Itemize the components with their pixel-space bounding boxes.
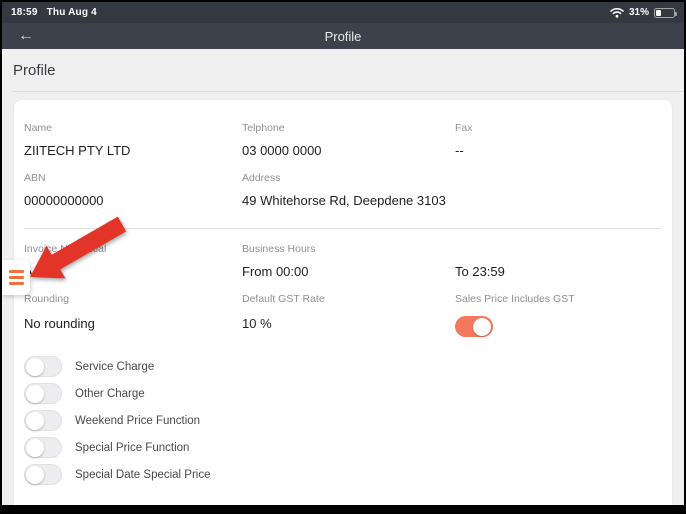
field-label: Address (242, 172, 455, 184)
field-value: -- (455, 143, 672, 158)
field-value: A (24, 264, 242, 279)
field-label: ABN (24, 172, 242, 184)
toggle-label: Special Price Function (75, 442, 189, 454)
nav-bar: ← Profile (2, 23, 684, 49)
special-date-price-row: Special Date Special Price (24, 461, 672, 488)
heading-divider (12, 91, 684, 92)
page-content: Profile Name ZIITECH PTY LTD Telphone 03… (2, 49, 684, 505)
feature-toggle-list: Service Charge Other Charge Weekend Pric… (24, 353, 672, 488)
status-time: 18:59 (11, 7, 38, 18)
special-price-toggle[interactable] (24, 437, 62, 458)
toggle-knob (26, 439, 44, 457)
field-value: 49 Whitehorse Rd, Deepdene 3103 (242, 193, 455, 208)
field-value: No rounding (24, 316, 242, 331)
rounding-field[interactable]: Rounding No rounding (24, 293, 242, 337)
toggle-label: Other Charge (75, 388, 145, 400)
field-value: 10 % (242, 316, 455, 331)
toggle-knob (26, 466, 44, 484)
other-charge-row: Other Charge (24, 380, 672, 407)
field-label: Sales Price Includes GST (455, 293, 672, 305)
app-screen: 18:59 Thu Aug 4 31% ← Profile Profile (2, 2, 684, 505)
field-label: Invoice NO. Initial (24, 243, 242, 255)
toggle-label: Special Date Special Price (75, 469, 211, 481)
business-hours-from-field[interactable]: Business Hours From 00:00 (242, 243, 455, 279)
battery-fill (656, 10, 661, 16)
fax-field[interactable]: Fax -- (455, 122, 672, 158)
field-label: Fax (455, 122, 672, 134)
card-row-4: Rounding No rounding Default GST Rate 10… (24, 279, 672, 337)
field-label: Name (24, 122, 242, 134)
toggle-knob (26, 412, 44, 430)
service-charge-row: Service Charge (24, 353, 672, 380)
name-field[interactable]: Name ZIITECH PTY LTD (24, 122, 242, 158)
profile-card: Name ZIITECH PTY LTD Telphone 03 0000 00… (14, 100, 672, 505)
invoice-initial-field[interactable]: Invoice NO. Initial A (24, 243, 242, 279)
screenshot-frame: 18:59 Thu Aug 4 31% ← Profile Profile (0, 0, 686, 514)
sales-price-includes-gst-toggle[interactable] (455, 316, 493, 337)
hamburger-icon (9, 270, 24, 285)
field-value: From 00:00 (242, 264, 455, 279)
abn-field[interactable]: ABN 00000000000 (24, 172, 242, 208)
toggle-label: Weekend Price Function (75, 415, 200, 427)
toggle-knob (473, 318, 491, 336)
field-label: Business Hours (242, 243, 455, 255)
wifi-icon (610, 7, 624, 18)
field-value: 03 0000 0000 (242, 143, 455, 158)
weekend-price-toggle[interactable] (24, 410, 62, 431)
battery-icon (654, 8, 675, 18)
telephone-field[interactable]: Telphone 03 0000 0000 (242, 122, 455, 158)
status-date: Thu Aug 4 (47, 7, 97, 18)
toggle-label: Service Charge (75, 361, 154, 373)
special-price-row: Special Price Function (24, 434, 672, 461)
card-row-1: Name ZIITECH PTY LTD Telphone 03 0000 00… (24, 102, 672, 158)
battery-percent: 31% (629, 7, 649, 18)
field-label: Rounding (24, 293, 242, 305)
field-label: Telphone (242, 122, 455, 134)
sales-price-includes-gst-field: Sales Price Includes GST (455, 293, 672, 337)
card-row-2: ABN 00000000000 Address 49 Whitehorse Rd… (24, 158, 672, 208)
field-label (455, 243, 672, 255)
address-field[interactable]: Address 49 Whitehorse Rd, Deepdene 3103 (242, 172, 455, 208)
toggle-knob (26, 358, 44, 376)
toggle-knob (26, 385, 44, 403)
field-value: To 23:59 (455, 264, 672, 279)
order-types-section: Order Types Dine-in Take-away Quick s (24, 504, 672, 505)
field-value: 00000000000 (24, 193, 242, 208)
weekend-price-row: Weekend Price Function (24, 407, 672, 434)
field-label: Default GST Rate (242, 293, 455, 305)
gst-rate-field[interactable]: Default GST Rate 10 % (242, 293, 455, 337)
side-menu-handle[interactable] (2, 260, 30, 295)
page-title: Profile (2, 49, 684, 79)
status-bar: 18:59 Thu Aug 4 31% (2, 2, 684, 23)
service-charge-toggle[interactable] (24, 356, 62, 377)
special-date-price-toggle[interactable] (24, 464, 62, 485)
business-hours-to-field[interactable]: To 23:59 (455, 243, 672, 279)
card-row-3: Invoice NO. Initial A Business Hours Fro… (24, 229, 672, 279)
field-value: ZIITECH PTY LTD (24, 143, 242, 158)
order-types-label: Order Types (24, 504, 672, 505)
nav-title: Profile (2, 29, 684, 44)
other-charge-toggle[interactable] (24, 383, 62, 404)
